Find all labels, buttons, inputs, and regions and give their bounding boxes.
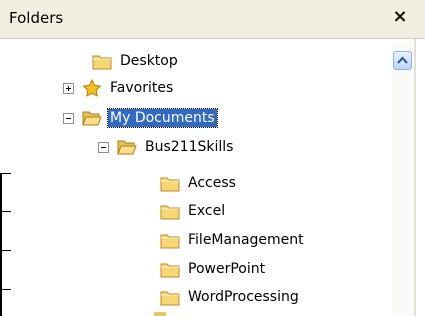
close-pane-button[interactable]: × <box>388 5 412 29</box>
tree-item-label: WordProcessing <box>188 289 299 305</box>
adjacent-window-gridline <box>0 173 11 174</box>
adjacent-window-edge <box>0 173 2 316</box>
vertical-scrollbar[interactable] <box>392 42 414 316</box>
collapse-icon[interactable] <box>63 112 74 124</box>
tree-item-label: Access <box>188 175 236 191</box>
collapse-icon[interactable] <box>98 141 109 153</box>
adjacent-window-gridline <box>0 211 11 212</box>
scrollbar-edge <box>414 39 416 316</box>
open-folder-icon <box>82 109 102 127</box>
folder-icon <box>160 288 180 306</box>
header-divider <box>0 38 425 39</box>
tree-item-desktop[interactable]: Desktop <box>92 50 180 72</box>
folders-pane-header: Folders × <box>0 0 425 38</box>
tree-item-favorites[interactable]: Favorites <box>63 77 175 99</box>
star-icon <box>82 78 102 97</box>
tree-item-label: PowerPoint <box>188 261 266 277</box>
scroll-up-button[interactable] <box>393 51 412 70</box>
open-folder-icon <box>117 138 137 156</box>
tree-item-label: My Documents <box>107 108 218 128</box>
expand-icon[interactable] <box>63 82 74 94</box>
tree-item-label: Desktop <box>120 53 178 69</box>
tree-item-access[interactable]: Access <box>160 172 238 194</box>
adjacent-window-gridline <box>0 250 11 251</box>
folder-icon <box>160 174 180 192</box>
tree-item-label: FileManagement <box>188 232 304 248</box>
folder-icon <box>160 231 180 249</box>
tree-item-filemanagement[interactable]: FileManagement <box>160 229 306 251</box>
folder-icon <box>92 52 112 70</box>
tree-item-powerpoint[interactable]: PowerPoint <box>160 258 267 280</box>
tree-item-wordprocessing[interactable]: WordProcessing <box>160 286 301 308</box>
folder-icon <box>160 260 180 278</box>
tree-item-label: Favorites <box>110 80 174 96</box>
partially-visible-folder-icon <box>154 312 166 316</box>
tree-item-excel[interactable]: Excel <box>160 200 227 222</box>
folder-icon <box>160 202 180 220</box>
tree-item-label: Bus211Skills <box>145 139 234 155</box>
chevron-up-icon <box>397 56 408 64</box>
pane-title: Folders <box>9 9 64 27</box>
tree-item-my-documents[interactable]: My Documents <box>63 107 218 129</box>
tree-item-bus211skills[interactable]: Bus211Skills <box>98 136 235 158</box>
adjacent-window-gridline <box>0 289 11 290</box>
tree-item-label: Excel <box>188 203 226 219</box>
